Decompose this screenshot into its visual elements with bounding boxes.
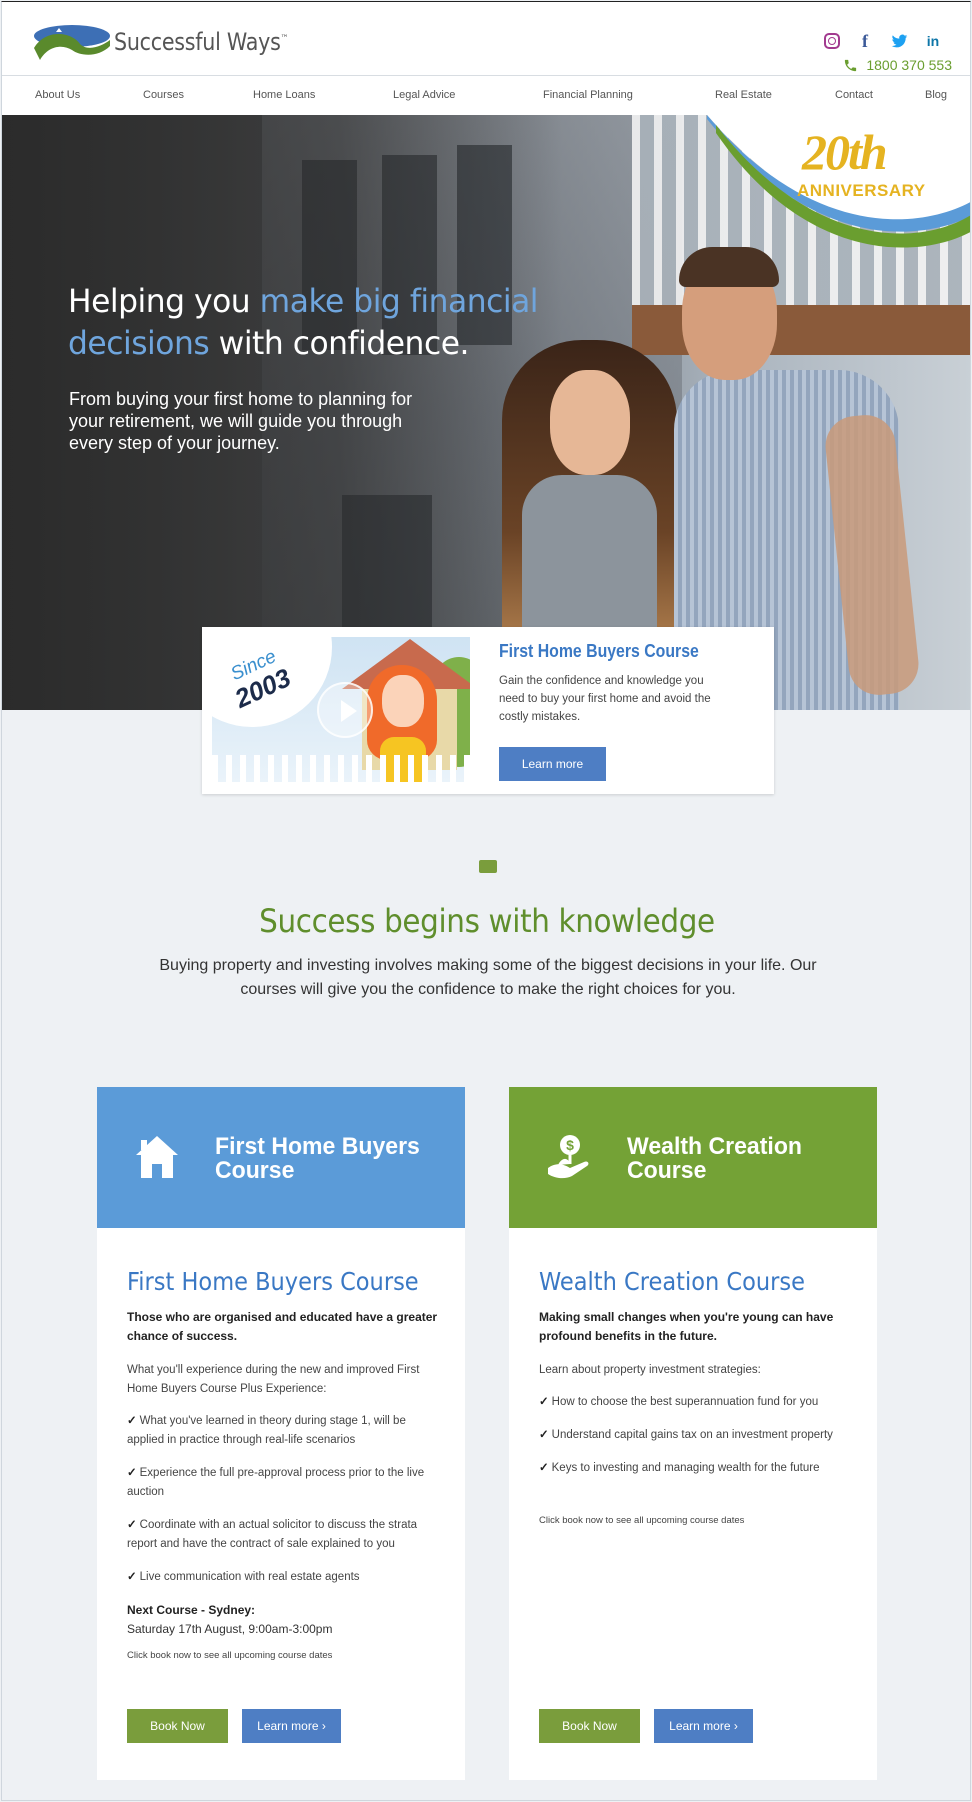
card-header: $ Wealth Creation Course xyxy=(509,1087,877,1228)
nav-financial-planning[interactable]: Financial Planning xyxy=(543,89,633,101)
card-actions: Book Now Learn more › xyxy=(539,1709,753,1743)
check-item: ✓ Keys to investing and managing wealth f… xyxy=(539,1462,820,1474)
checkmark-icon: ✓ xyxy=(127,1467,137,1479)
linkedin-icon[interactable]: in xyxy=(924,32,942,50)
hero-title: Helping you make big financial decisions… xyxy=(68,282,539,362)
nav-home-loans[interactable]: Home Loans xyxy=(253,89,315,101)
phone-icon xyxy=(845,59,857,71)
instagram-icon[interactable] xyxy=(824,33,840,49)
svg-text:$: $ xyxy=(566,1137,574,1153)
chevron-right-icon: › xyxy=(321,1719,326,1733)
hero-woman-face xyxy=(550,370,630,475)
checkmark-icon: ✓ xyxy=(539,1429,549,1441)
course-dates-note: Click book now to see all upcoming cours… xyxy=(127,1650,333,1661)
checkmark-icon: ✓ xyxy=(539,1396,549,1408)
card-body: Wealth Creation Course Making small chan… xyxy=(539,1267,857,1528)
checkmark-icon: ✓ xyxy=(539,1462,549,1474)
book-now-button[interactable]: Book Now xyxy=(127,1709,228,1743)
hero-banner: 20th ANNIVERSARY Helping you make big fi… xyxy=(2,115,970,710)
course-card-wealth-creation: $ Wealth Creation Course Wealth Creation… xyxy=(509,1087,877,1780)
site-header: Successful Ways™ f in 1800 370 553 xyxy=(2,2,970,75)
promo-learn-more-button[interactable]: Learn more xyxy=(499,747,606,781)
facebook-icon[interactable]: f xyxy=(856,31,874,51)
nav-legal-advice[interactable]: Legal Advice xyxy=(393,89,455,101)
check-item: ✓ Coordinate with an actual solicitor to … xyxy=(127,1519,418,1550)
card-intro: Learn about property investment strategi… xyxy=(539,1364,761,1376)
card-lead: Those who are organised and educated hav… xyxy=(127,1310,438,1343)
card-actions: Book Now Learn more › xyxy=(127,1709,341,1743)
check-item: ✓ Experience the full pre-approval proces… xyxy=(127,1467,425,1498)
money-hand-icon: $ xyxy=(548,1135,589,1179)
twitter-icon[interactable] xyxy=(890,32,908,50)
anniversary-label: ANNIVERSARY xyxy=(797,181,926,200)
book-now-button[interactable]: Book Now xyxy=(539,1709,640,1743)
nav-about-us[interactable]: About Us xyxy=(35,89,80,101)
phone-number: 1800 370 553 xyxy=(866,57,952,73)
card-body: First Home Buyers Course Those who are o… xyxy=(127,1267,445,1663)
play-icon[interactable] xyxy=(317,682,373,738)
nav-courses[interactable]: Courses xyxy=(143,89,184,101)
card-header-title: First Home Buyers Course xyxy=(215,1133,420,1184)
check-item: ✓ Live communication with real estate age… xyxy=(127,1571,360,1583)
phone-link[interactable]: 1800 370 553 xyxy=(843,57,952,73)
house-icon xyxy=(136,1136,178,1178)
nav-blog[interactable]: Blog xyxy=(925,89,947,101)
checkmark-icon: ✓ xyxy=(127,1415,137,1427)
promo-card: Since 2003 First Home Buyers Course Gain… xyxy=(202,627,774,794)
checkmark-icon: ✓ xyxy=(127,1519,137,1531)
main-nav: About Us Courses Home Loans Legal Advice… xyxy=(2,75,970,115)
logo-text[interactable]: Successful Ways™ xyxy=(114,28,288,56)
promo-fence xyxy=(212,755,470,782)
check-item: ✓ What you've learned in theory during st… xyxy=(127,1415,406,1446)
learn-more-button[interactable]: Learn more › xyxy=(654,1709,753,1743)
hero-subtitle: From buying your first home to planning … xyxy=(69,389,413,453)
card-header: First Home Buyers Course xyxy=(97,1087,465,1228)
course-dates-note: Click book now to see all upcoming cours… xyxy=(539,1515,745,1526)
promo-video-thumbnail[interactable]: Since 2003 xyxy=(212,637,470,782)
card-title: Wealth Creation Course xyxy=(539,1267,805,1296)
check-item: ✓ How to choose the best superannuation f… xyxy=(539,1396,819,1408)
card-header-title: Wealth Creation Course xyxy=(627,1133,802,1184)
promo-description: Gain the confidence and knowledge you ne… xyxy=(499,675,711,723)
money-icon xyxy=(479,860,497,873)
card-title: First Home Buyers Course xyxy=(127,1267,419,1296)
next-course-date: Saturday 17th August, 9:00am-3:00pm xyxy=(127,1622,333,1636)
page: Successful Ways™ f in 1800 370 553 About… xyxy=(1,1,971,1801)
card-intro: What you'll experience during the new an… xyxy=(127,1364,420,1395)
section-text: Buying property and investing involves m… xyxy=(159,957,817,998)
promo-title: First Home Buyers Course xyxy=(499,641,699,661)
nav-real-estate[interactable]: Real Estate xyxy=(715,89,772,101)
nav-contact[interactable]: Contact xyxy=(835,89,873,101)
section-title: Success begins with knowledge xyxy=(259,902,715,940)
checkmark-icon: ✓ xyxy=(127,1571,137,1583)
check-item: ✓ Understand capital gains tax on an inve… xyxy=(539,1429,833,1441)
next-course-title: Next Course - Sydney: xyxy=(127,1603,256,1617)
anniversary-number: 20th xyxy=(802,124,888,180)
card-lead: Making small changes when you're young c… xyxy=(539,1310,834,1343)
social-links: f in xyxy=(824,31,942,51)
chevron-right-icon: › xyxy=(733,1719,738,1733)
logo-icon[interactable] xyxy=(32,22,110,62)
learn-more-button[interactable]: Learn more › xyxy=(242,1709,341,1743)
promo-girl-face xyxy=(382,675,424,727)
since-badge: Since 2003 xyxy=(212,637,332,727)
course-card-first-home: First Home Buyers Course First Home Buye… xyxy=(97,1087,465,1780)
